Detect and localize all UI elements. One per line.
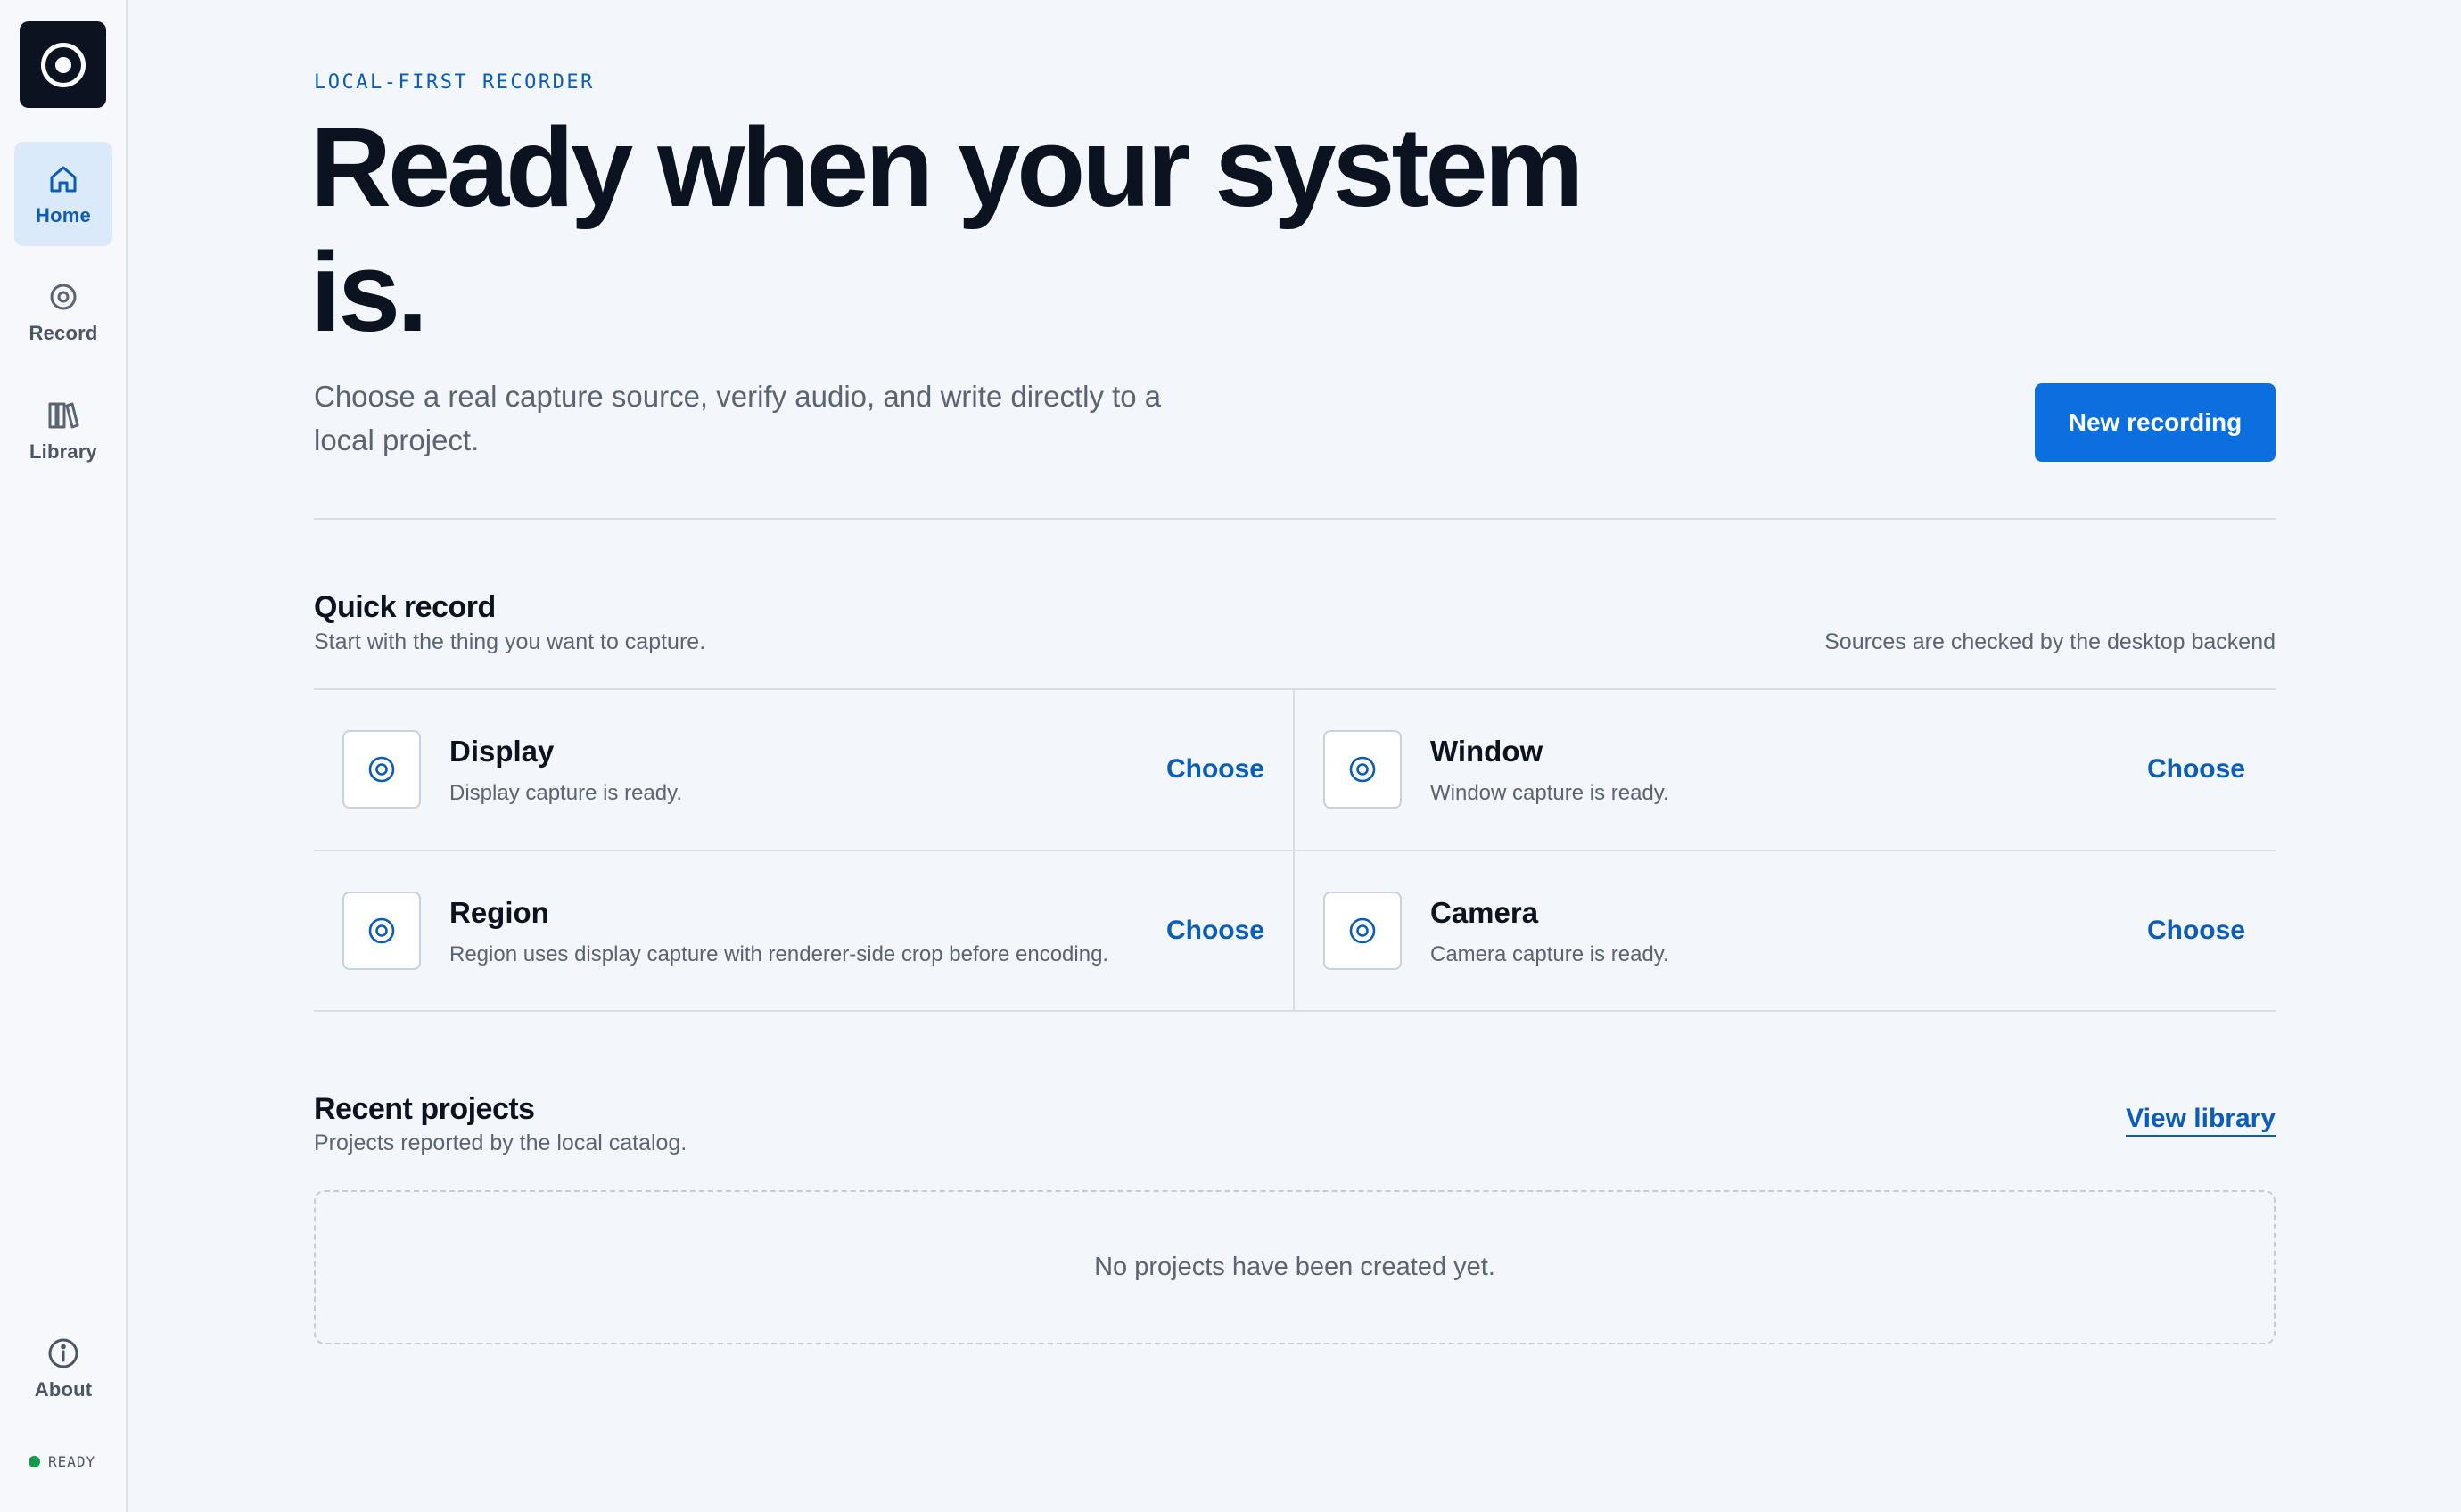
recent-projects-subtitle: Projects reported by the local catalog. [314, 1130, 687, 1155]
source-card-window: Window Window capture is ready. Choose [1295, 690, 2274, 850]
sidebar: Home Record Library About READY [0, 0, 128, 1512]
quick-record-note: Sources are checked by the desktop backe… [1824, 629, 2276, 654]
source-icon-box [342, 730, 421, 809]
app-window: Home Record Library About READY LOCAL-FI… [0, 0, 2461, 1512]
page-subtitle: Choose a real capture source, verify aud… [314, 380, 1162, 456]
choose-display-button[interactable]: Choose [1166, 754, 1264, 785]
sidebar-item-library[interactable]: Library [14, 378, 112, 482]
divider [314, 518, 2276, 520]
sidebar-item-home[interactable]: Home [14, 142, 112, 246]
source-icon-box [1323, 730, 1402, 809]
quick-record-title: Quick record [314, 590, 496, 624]
info-icon [48, 1338, 78, 1368]
record-icon-dot [54, 56, 71, 73]
record-icon [40, 42, 86, 87]
source-description: Display capture is ready. [449, 781, 682, 805]
sidebar-item-record[interactable]: Record [14, 259, 112, 364]
source-name: Window [1430, 735, 1543, 768]
source-card-display: Display Display capture is ready. Choose [314, 690, 1293, 850]
page-title: Ready when your system is. [310, 104, 1584, 355]
status-text: READY [48, 1453, 96, 1470]
sidebar-item-label: Home [36, 203, 91, 226]
record-icon [50, 284, 77, 309]
sidebar-item-label: About [34, 1378, 93, 1401]
eyebrow-label: LOCAL-FIRST RECORDER [314, 71, 595, 94]
source-description: Window capture is ready. [1430, 781, 1669, 805]
sidebar-item-label: Library [29, 440, 97, 463]
target-icon [368, 756, 395, 783]
status-indicator: READY [29, 1453, 95, 1470]
quick-record-subtitle: Start with the thing you want to capture… [314, 629, 706, 654]
sidebar-item-label: Record [29, 321, 98, 344]
source-name: Camera [1430, 896, 1539, 929]
choose-window-button[interactable]: Choose [2147, 754, 2245, 785]
target-icon [1349, 917, 1376, 944]
source-description: Camera capture is ready. [1430, 942, 1669, 966]
new-recording-button[interactable]: New recording [2035, 383, 2276, 462]
choose-region-button[interactable]: Choose [1166, 916, 1264, 946]
source-name: Region [449, 896, 549, 929]
source-card-region: Region Region uses display capture with … [314, 851, 1293, 1011]
source-icon-box [342, 892, 421, 970]
app-logo[interactable] [20, 21, 106, 108]
status-dot [29, 1456, 40, 1467]
home-icon [50, 166, 77, 192]
empty-state-text: No projects have been created yet. [1094, 1253, 1495, 1281]
target-icon [1349, 756, 1376, 783]
choose-camera-button[interactable]: Choose [2147, 916, 2245, 946]
source-name: Display [449, 735, 555, 768]
source-description: Region uses display capture with rendere… [449, 942, 1109, 966]
source-card-camera: Camera Camera capture is ready. Choose [1295, 851, 2274, 1011]
recent-projects-title: Recent projects [314, 1092, 535, 1126]
books-icon [48, 402, 79, 428]
source-icon-box [1323, 892, 1402, 970]
source-grid: Display Display capture is ready. Choose… [314, 688, 2276, 1012]
view-library-link[interactable]: View library [2126, 1104, 2276, 1137]
empty-projects-placeholder: No projects have been created yet. [314, 1190, 2276, 1344]
target-icon [368, 917, 395, 944]
sidebar-item-about[interactable]: About [14, 1319, 112, 1418]
